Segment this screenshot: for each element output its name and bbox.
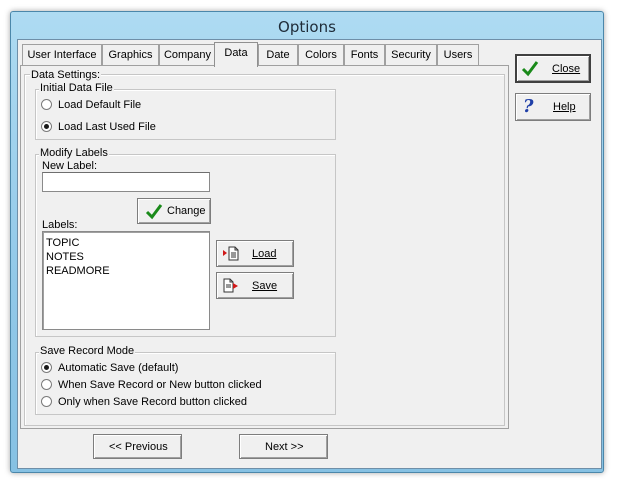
tab-colors[interactable]: Colors	[298, 44, 344, 66]
close-button-label: Close	[552, 63, 581, 75]
labels-listbox[interactable]: TOPIC NOTES READMORE	[42, 231, 210, 330]
radio-save-on-button-label[interactable]: When Save Record or New button clicked	[58, 379, 262, 392]
tab-users[interactable]: Users	[437, 44, 479, 66]
list-item[interactable]: NOTES	[46, 250, 206, 264]
tab-data[interactable]: Data	[214, 42, 258, 67]
load-file-icon	[223, 246, 239, 261]
radio-save-record-only[interactable]	[41, 396, 52, 407]
change-button-label: Change	[167, 205, 206, 217]
previous-button[interactable]: << Previous	[93, 434, 182, 459]
close-button[interactable]: Close	[515, 54, 591, 83]
next-button-label: Next >>	[265, 441, 304, 453]
tab-company[interactable]: Company	[159, 44, 216, 66]
radio-load-default-file-label[interactable]: Load Default File	[58, 99, 141, 112]
modify-labels-label: Modify Labels	[39, 147, 109, 159]
tab-date[interactable]: Date	[258, 44, 298, 66]
save-button-label: Save	[252, 280, 278, 292]
list-item[interactable]: TOPIC	[46, 236, 206, 250]
new-label-caption: New Label:	[42, 160, 98, 172]
tab-security[interactable]: Security	[385, 44, 437, 66]
radio-automatic-save-label[interactable]: Automatic Save (default)	[58, 362, 178, 375]
tab-user-interface[interactable]: User Interface	[22, 44, 102, 66]
radio-automatic-save[interactable]	[41, 362, 52, 373]
tab-fonts[interactable]: Fonts	[344, 44, 385, 66]
radio-save-record-only-label[interactable]: Only when Save Record button clicked	[58, 396, 247, 409]
help-button[interactable]: ? Help	[515, 93, 591, 121]
tab-graphics[interactable]: Graphics	[102, 44, 159, 66]
radio-load-last-used-file-label[interactable]: Load Last Used File	[58, 121, 156, 134]
data-settings-label: Data Settings:	[30, 69, 102, 81]
list-item[interactable]: READMORE	[46, 264, 206, 278]
checkmark-icon	[145, 204, 163, 220]
radio-load-last-used-file[interactable]	[41, 121, 52, 132]
save-button[interactable]: Save	[216, 272, 294, 299]
labels-caption: Labels:	[42, 219, 78, 231]
new-label-input[interactable]	[42, 172, 210, 192]
help-button-label: Help	[553, 101, 576, 113]
next-button[interactable]: Next >>	[239, 434, 328, 459]
save-file-icon	[223, 278, 238, 293]
load-button-label: Load	[252, 248, 277, 260]
checkmark-icon	[521, 61, 539, 77]
load-button[interactable]: Load	[216, 240, 294, 267]
initial-data-file-label: Initial Data File	[39, 82, 114, 94]
radio-load-default-file[interactable]	[41, 99, 52, 110]
change-button[interactable]: Change	[137, 198, 211, 224]
save-record-mode-label: Save Record Mode	[39, 345, 136, 357]
previous-button-label: << Previous	[109, 441, 168, 453]
help-question-icon: ?	[523, 96, 534, 117]
radio-save-on-button[interactable]	[41, 379, 52, 390]
